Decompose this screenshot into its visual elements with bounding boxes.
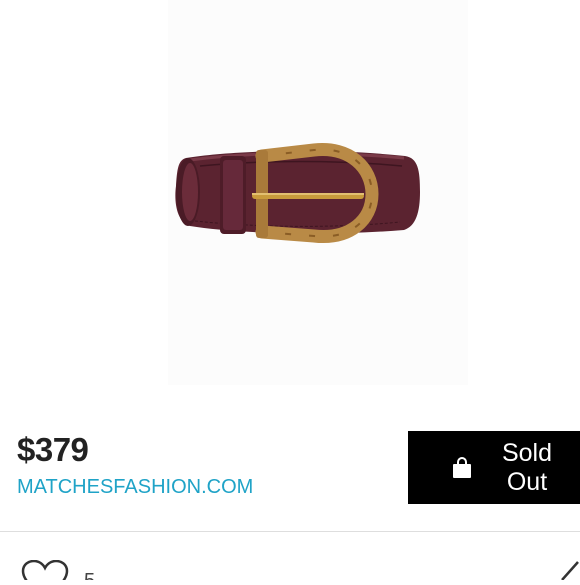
shopping-bag-icon (452, 456, 472, 479)
retailer-link[interactable]: MATCHESFASHION.COM (17, 476, 253, 499)
belt-image-icon (168, 0, 468, 385)
like-count: 5 (84, 570, 95, 580)
share-arrow-icon[interactable] (560, 558, 580, 585)
sold-out-button[interactable]: Sold Out (408, 431, 580, 504)
like-row[interactable]: 5 (20, 560, 95, 580)
product-price: $379 (17, 431, 89, 468)
sold-out-label: Sold Out (501, 438, 553, 496)
product-image[interactable] (0, 0, 580, 400)
heart-icon[interactable] (20, 560, 70, 580)
divider (0, 531, 580, 532)
